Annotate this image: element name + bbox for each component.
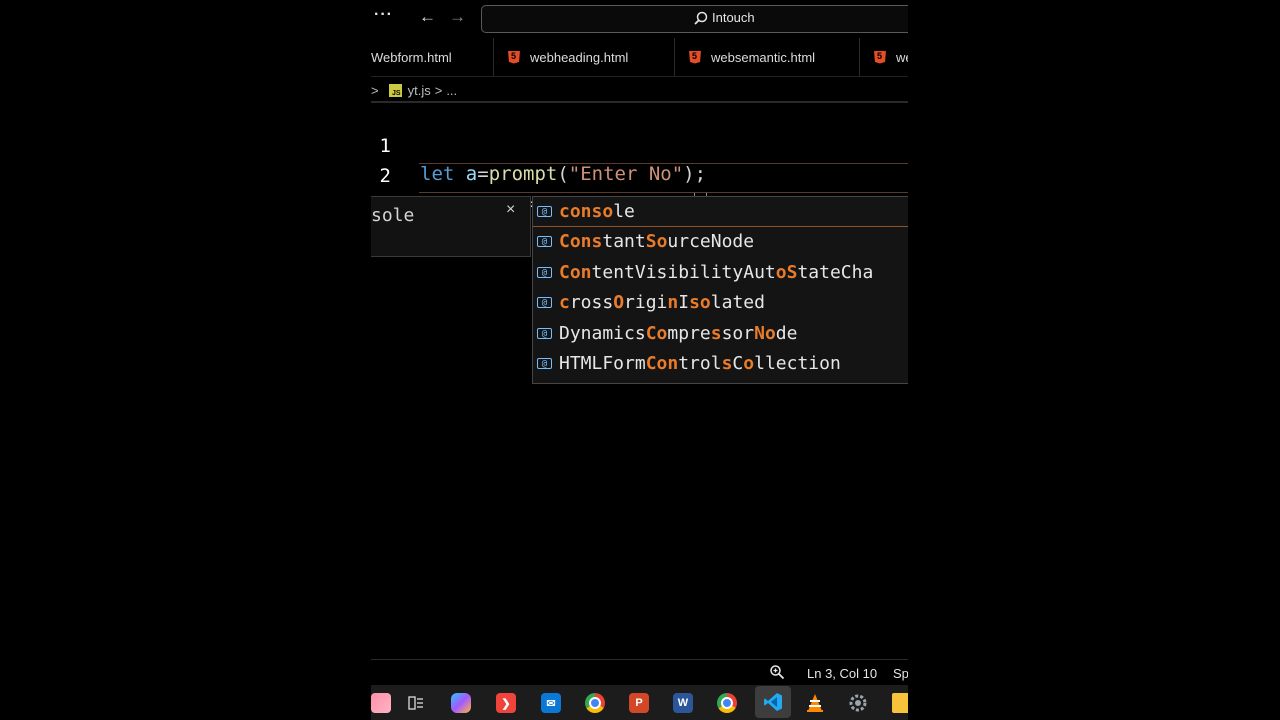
code-line-2[interactable]: 2 for(let i=1; i<=10; i++){ <box>371 134 908 216</box>
task-view-icon[interactable] <box>406 693 426 713</box>
html5-icon <box>874 50 886 64</box>
suggestion-item[interactable]: @ DynamicsCompressorNode <box>533 319 908 349</box>
suggestion-item[interactable]: @ ConstantSourceNode <box>533 227 908 257</box>
editor-tabs: Webform.html webheading.html websemantic… <box>371 38 908 77</box>
breadcrumb-file[interactable]: yt.js <box>408 83 431 98</box>
javascript-file-icon: JS <box>388 83 402 97</box>
more-actions-icon[interactable]: ··· <box>374 6 393 24</box>
tab-webform[interactable]: Webform.html <box>371 38 494 76</box>
close-icon[interactable]: × <box>506 201 515 219</box>
taskbar: ❯ ✉ P W <box>371 685 908 720</box>
suggest-widget: @ console @ ConstantSourceNode @ Content… <box>532 196 908 384</box>
chrome-icon[interactable] <box>585 693 605 713</box>
tab-label: we <box>896 49 908 65</box>
suggest-details-panel: sole × <box>371 196 531 257</box>
suggestion-item[interactable]: @ HTMLFormControlsCollection <box>533 349 908 379</box>
chrome-icon[interactable] <box>717 693 737 713</box>
vscode-icon[interactable] <box>755 686 791 718</box>
anydesk-icon[interactable]: ❯ <box>496 693 516 713</box>
tab-label: websemantic.html <box>711 49 816 65</box>
command-center-search[interactable]: Intouch <box>481 5 908 33</box>
suggestion-label: DynamicsCompressorNode <box>559 323 798 344</box>
variable-icon: @ <box>537 206 552 217</box>
screen: ··· ← → Intouch Webform.html webheading.… <box>371 0 908 720</box>
chevron-right-icon: > <box>434 82 443 98</box>
suggestion-label: ConstantSourceNode <box>559 231 755 252</box>
suggestion-item[interactable]: @ ContentVisibilityAutoStateCha <box>533 258 908 288</box>
word-icon[interactable]: W <box>673 693 693 713</box>
suggestion-label: HTMLFormControlsCollection <box>559 353 841 374</box>
suggestion-label: console <box>559 201 635 222</box>
tab-label: webheading.html <box>530 49 629 65</box>
search-icon <box>694 11 708 25</box>
color-picker-icon[interactable] <box>371 693 391 713</box>
variable-icon: @ <box>537 236 552 247</box>
editor-divider <box>371 101 908 103</box>
html5-icon <box>508 50 520 64</box>
title-bar: ··· ← → Intouch <box>371 0 908 38</box>
back-arrow-icon[interactable]: ← <box>419 7 436 27</box>
cursor-position[interactable]: Ln 3, Col 10 <box>807 666 877 681</box>
suggestion-label: ContentVisibilityAutoStateCha <box>559 262 874 283</box>
code-line-3[interactable]: 3 conso <box>371 165 908 246</box>
forward-arrow-icon[interactable]: → <box>449 7 466 27</box>
outlook-icon[interactable]: ✉ <box>541 693 561 713</box>
chevron-right-icon: > <box>371 82 379 98</box>
code-line-1[interactable]: 1 let a=prompt("Enter No"); <box>371 104 908 185</box>
zoom-icon[interactable] <box>769 664 785 680</box>
breadcrumb-symbol[interactable]: ... <box>446 83 457 98</box>
vlc-icon[interactable] <box>805 693 825 713</box>
html5-icon <box>689 50 701 64</box>
variable-icon: @ <box>537 267 552 278</box>
variable-icon: @ <box>537 358 552 369</box>
tab-label: Webform.html <box>371 49 452 65</box>
tab-websemantic[interactable]: websemantic.html <box>675 38 860 76</box>
breadcrumb: > JS yt.js > ... <box>371 80 457 100</box>
variable-icon: @ <box>537 328 552 339</box>
file-explorer-icon[interactable] <box>892 693 908 713</box>
variable-icon: @ <box>537 297 552 308</box>
search-text: Intouch <box>712 10 755 25</box>
settings-icon[interactable] <box>848 693 868 713</box>
status-bar: Ln 3, Col 10 Sp <box>371 659 908 686</box>
copilot-icon[interactable] <box>451 693 471 713</box>
tab-overflow[interactable]: we <box>860 38 908 76</box>
suggestion-item[interactable]: @ console <box>533 197 908 227</box>
suggest-detail-text: sole <box>371 205 415 226</box>
suggestion-label: crossOriginIsolated <box>559 292 765 313</box>
indentation-setting[interactable]: Sp <box>893 666 908 681</box>
tab-webheading[interactable]: webheading.html <box>494 38 675 76</box>
suggestion-item[interactable]: @ crossOriginIsolated <box>533 288 908 318</box>
powerpoint-icon[interactable]: P <box>629 693 649 713</box>
